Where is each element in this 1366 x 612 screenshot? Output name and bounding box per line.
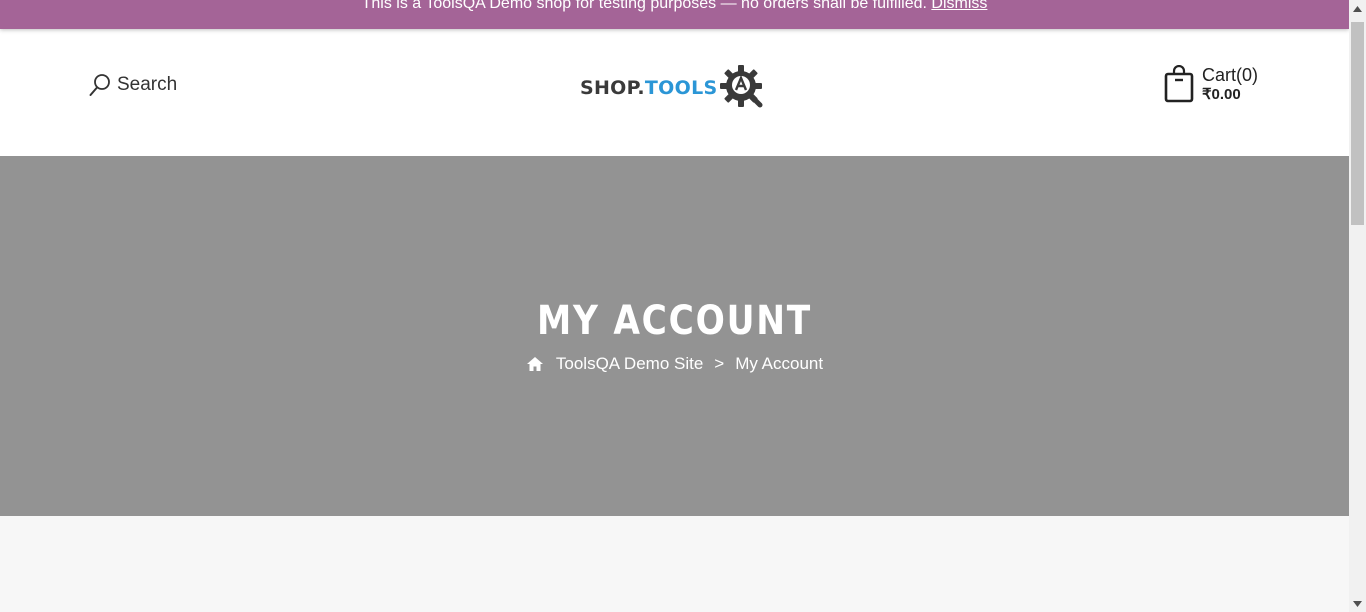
scrollbar-thumb[interactable] (1351, 22, 1364, 225)
logo-wordmark: SHOP.TOOLS (580, 77, 717, 99)
search-label: Search (117, 74, 178, 95)
logo-tools-text: TOOLS (644, 77, 718, 99)
main-content (0, 516, 1349, 612)
cart-count: Cart(0) (1202, 65, 1259, 85)
site-logo[interactable]: SHOP.TOOLS (580, 64, 772, 113)
dismiss-link[interactable]: Dismiss (931, 0, 987, 12)
page: This is a ToolsQA Demo shop for testing … (0, 0, 1349, 612)
cart-widget[interactable]: Cart(0) ₹0.00 (1163, 64, 1258, 104)
breadcrumb-separator: > (714, 354, 725, 373)
logo-shop-text: SHOP. (580, 77, 645, 99)
search-toggle[interactable]: Search (89, 73, 177, 97)
breadcrumb-current: My Account (735, 354, 824, 373)
notice-text: This is a ToolsQA Demo shop for testing … (361, 0, 927, 12)
gear-logo-icon (719, 64, 763, 113)
demo-store-notice: This is a ToolsQA Demo shop for testing … (0, 0, 1349, 29)
cart-summary: Cart(0) ₹0.00 (1202, 65, 1258, 104)
vertical-scrollbar[interactable] (1349, 0, 1366, 612)
shopping-bag-icon (1163, 64, 1195, 103)
search-icon (89, 73, 111, 97)
scroll-up-arrow-icon[interactable] (1349, 0, 1366, 17)
home-icon[interactable] (526, 356, 544, 372)
page-hero: MY ACCOUNT ToolsQA Demo Site > My Accoun… (0, 156, 1349, 516)
site-header: Search SHOP.TOOLS Cart(0) ₹0.00 (0, 29, 1349, 156)
breadcrumb-site-link[interactable]: ToolsQA Demo Site (556, 354, 703, 374)
page-title: MY ACCOUNT (537, 298, 812, 344)
scroll-down-arrow-icon[interactable] (1349, 595, 1366, 612)
breadcrumb: ToolsQA Demo Site > My Account (0, 354, 1349, 374)
cart-total: ₹0.00 (1202, 86, 1241, 103)
